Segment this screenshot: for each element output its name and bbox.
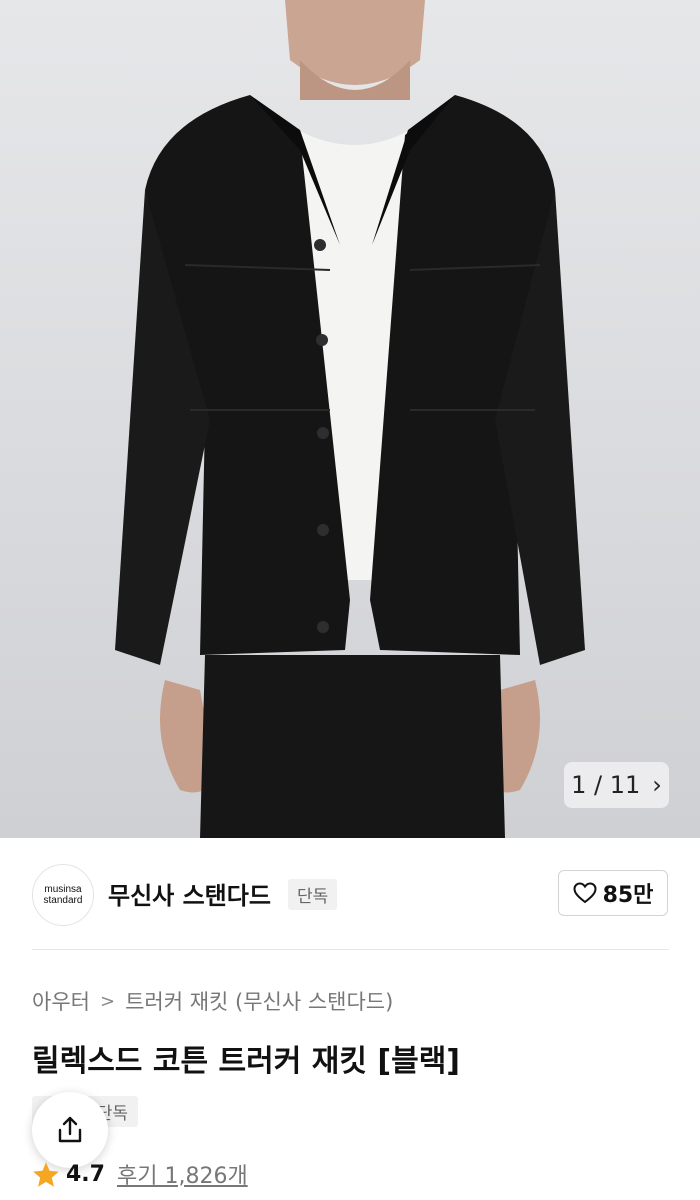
brand-logo-text-line1: musinsa [44,884,82,895]
heart-icon [573,882,597,904]
brand-logo-text-line2: standard [43,895,83,906]
review-count-link[interactable]: 후기 1,826개 [117,1158,248,1190]
like-button[interactable]: 85만 [558,870,668,916]
breadcrumb-subcategory[interactable]: 트러커 재킷 (무신사 스탠다드) [125,986,393,1016]
brand-name[interactable]: 무신사 스탠다드 [108,876,271,911]
share-button[interactable] [32,1092,108,1168]
product-title: 릴렉스드 코튼 트러커 재킷 [블랙] [32,1044,460,1079]
breadcrumb-category[interactable]: 아우터 [32,986,90,1016]
divider [32,949,669,950]
rating-value: 4.7 [66,1161,105,1187]
image-counter[interactable]: 1 / 11 › [564,762,669,808]
image-counter-text: 1 / 11 [571,771,641,799]
rating-row: 4.7 후기 1,826개 [32,1158,248,1190]
brand-logo[interactable]: musinsa standard [32,864,94,926]
chevron-right-icon: > [99,990,116,1012]
product-image[interactable]: 1 / 11 › [0,0,700,838]
breadcrumb: 아우터 > 트러커 재킷 (무신사 스탠다드) [32,986,393,1016]
like-count: 85만 [602,883,654,908]
exclusive-badge: 단독 [288,879,338,910]
share-icon [58,1116,82,1143]
star-icon [33,1161,59,1187]
model-wearing-jacket-illustration [115,0,585,838]
chevron-right-icon: › [652,771,662,799]
